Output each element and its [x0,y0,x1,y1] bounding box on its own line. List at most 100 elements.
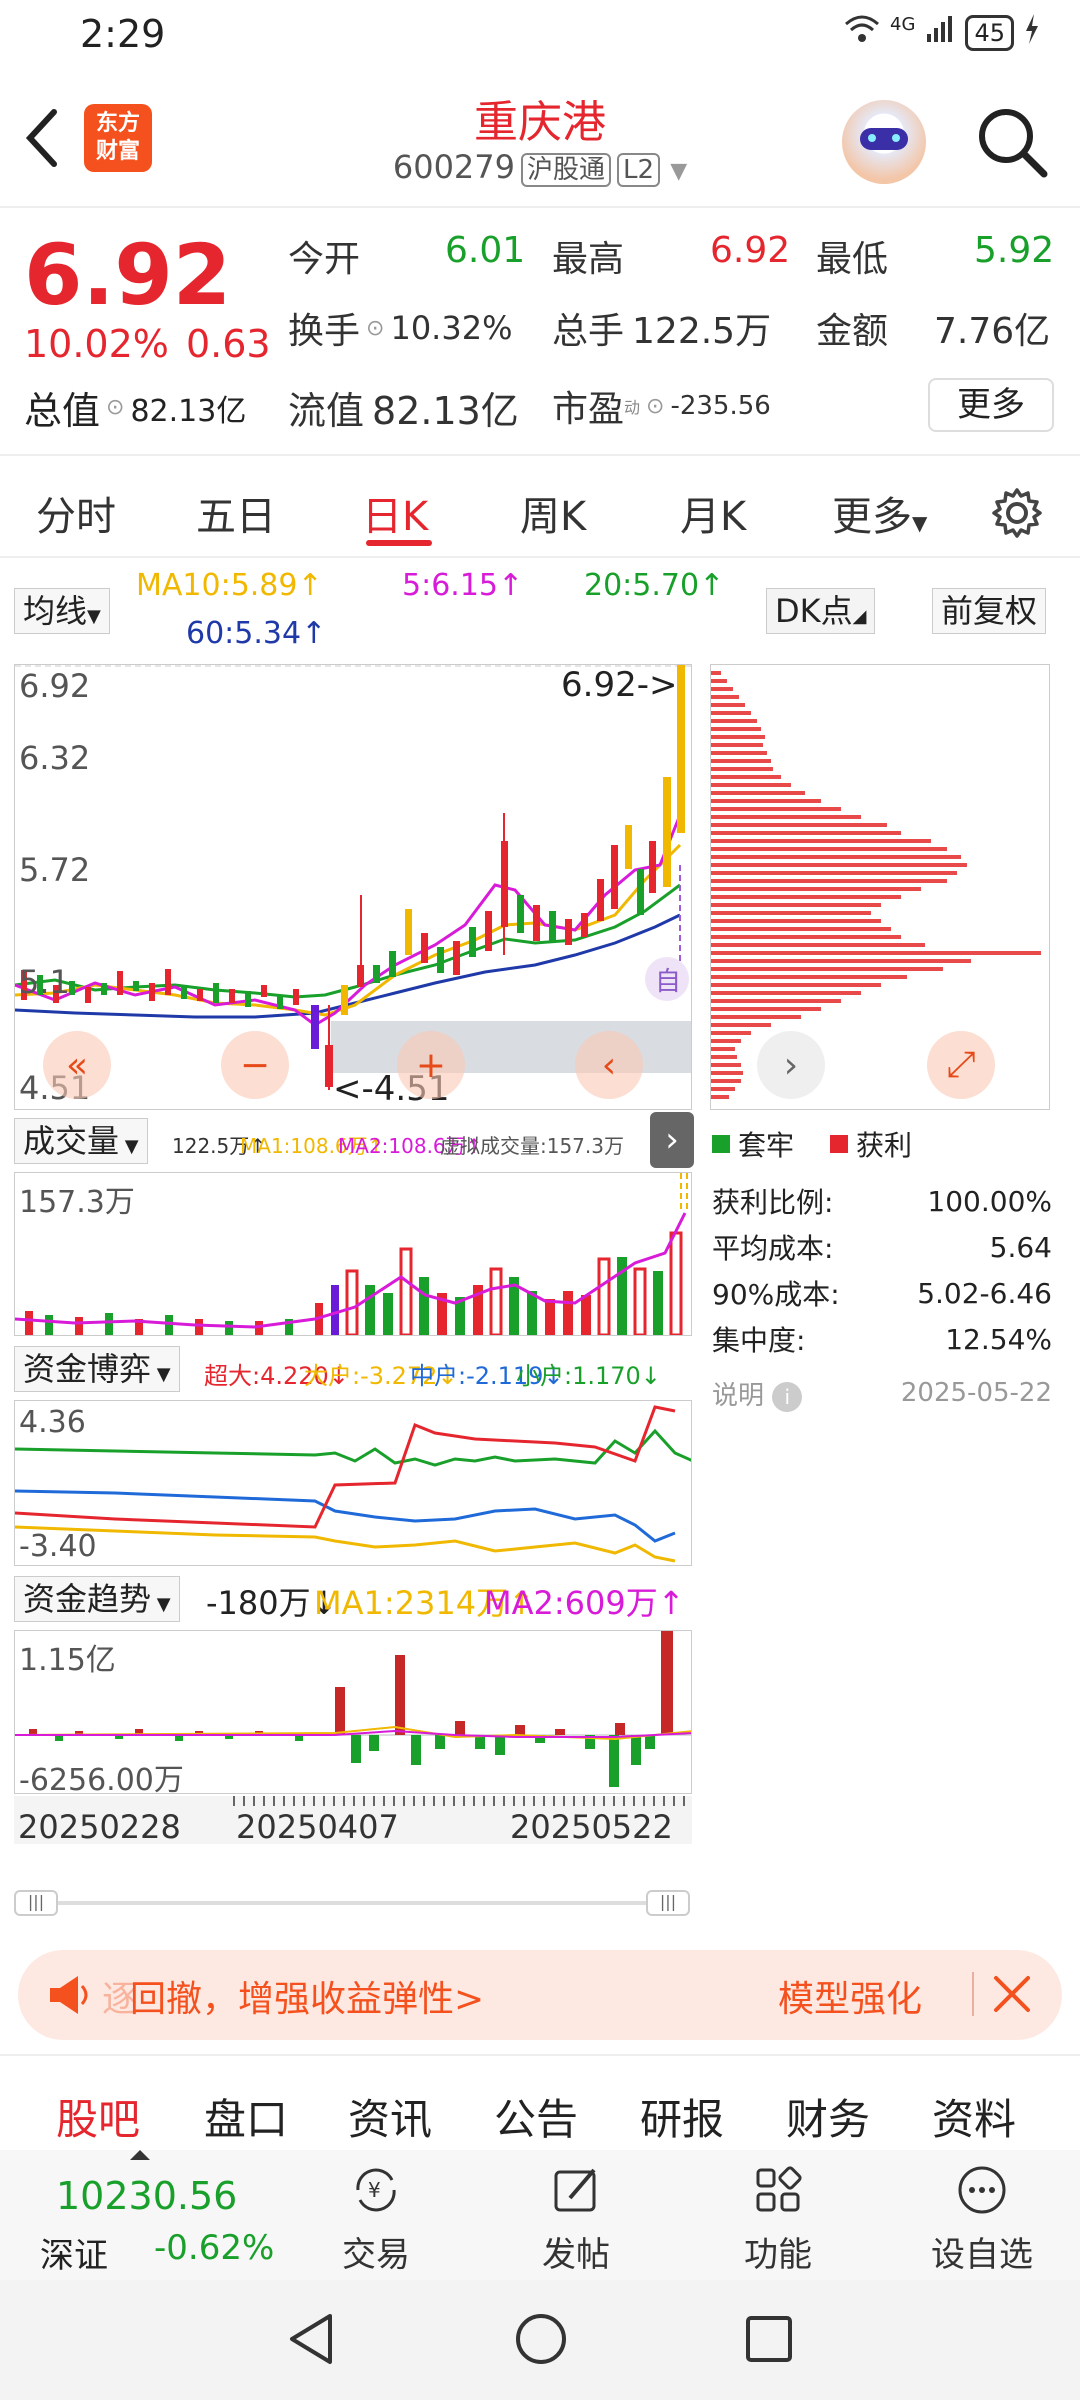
change-value: 0.63 [186,322,271,366]
close-icon[interactable] [990,1968,1034,2022]
search-icon[interactable] [976,106,1048,182]
tab-five-day[interactable]: 五日 [196,484,276,542]
more-button[interactable]: 更多 [928,378,1054,432]
tab-more[interactable]: 更多▼ [832,484,927,542]
ma10-value: MA10:5.89↑ [136,568,323,603]
tab-monthly-k[interactable]: 月K [680,484,746,542]
chevron-right-icon[interactable]: › [757,1031,825,1099]
signal-type: 4G [890,14,916,35]
low-label: 最低 [816,239,889,280]
chip-bars-svg [711,671,1041,1099]
y-axis-top: 6.92 [19,667,91,705]
bottom-toolbar: 10230.56 深证 -0.62% ¥ 交易 发帖 功能 设自选 [0,2150,1080,2280]
expand-icon[interactable]: ⤢ [927,1031,995,1099]
post-button[interactable]: 发帖 [526,2162,626,2276]
range-handle-left[interactable]: ||| [14,1890,58,1916]
virtual-volume: 虚拟成交量:157.3万 [440,1134,624,1158]
tab-news[interactable]: 资讯 [348,2086,432,2147]
adjust-selector[interactable]: 前复权 [932,588,1047,634]
info-icon[interactable]: ⊙ [366,316,384,341]
float-cap: 流值 82.13亿 [288,389,519,433]
stock-header: 东方 财富 重庆港 600279 沪股通 L2 ▼ [0,80,1080,208]
volume-indicator-selector[interactable]: 成交量 ▼ [14,1118,148,1164]
edit-icon [554,2168,596,2212]
date-ticks [233,1796,685,1806]
add-watchlist-button[interactable]: 设自选 [912,2162,1052,2276]
amount-value: 7.76亿 [934,311,1051,352]
chip-note-row: 说明 i 2025-05-22 [712,1362,1052,1424]
legend-swatch-trap [712,1135,730,1153]
date-label-end: 20250522 [510,1808,673,1846]
wifi-icon [844,14,880,51]
pe-ratio: 市盈 动 ⊙ -235.56 [552,389,771,430]
kline-chart[interactable]: 6.92 6.32 5.72 5.1 4.51 6.92-> <-4.51 自 … [14,664,692,1110]
open-value: 6.01 [445,230,526,271]
grid-icon [756,2166,802,2212]
legend-swatch-profit [830,1135,849,1153]
trade-button[interactable]: ¥ 交易 [326,2162,426,2276]
tab-research[interactable]: 研报 [640,2086,724,2147]
ma-selector[interactable]: 均线▼ [14,588,110,634]
volume-y-max: 157.3万 [19,1185,135,1220]
chip-stat-row: 获利比例: 100.00% [712,1184,1052,1220]
tab-intraday[interactable]: 分时 [36,484,116,542]
scroll-left-icon[interactable]: ‹ [575,1031,643,1099]
fund-y-bottom: -3.40 [19,1529,97,1564]
chip-distribution-chart[interactable]: › ⤢ [710,664,1050,1110]
chip-stats: 获利比例: 100.00% 平均成本: 5.64 90%成本: 5.02-6.46 集… [712,1178,1052,1424]
range-scrollbar[interactable]: ||| ||| [14,1890,692,1916]
y-axis-4: 5.1 [19,963,70,1001]
status-icons: 4G 45 [844,14,1040,51]
scroll-left-fast-icon[interactable]: « [43,1031,111,1099]
fund-svg [15,1405,691,1563]
high-label: 最高 [552,239,625,280]
chip-note[interactable]: 说明 i [712,1375,803,1412]
chip-legend: 套牢 获利 [712,1124,912,1164]
recents-nav-icon[interactable] [744,2314,794,2368]
fund-game-chart[interactable]: 4.36 -3.40 [14,1400,692,1566]
y-axis-3: 5.72 [19,851,91,889]
svg-text:¥: ¥ [368,2178,381,2202]
tab-daily-k[interactable]: 日K [362,484,428,542]
fund-trend-chart[interactable]: 1.15亿 -6256.00万 [14,1630,692,1794]
fund-game-selector[interactable]: 资金博弈 ▼ [14,1346,180,1392]
ma60-value: 60:5.34↑ [186,616,327,651]
index-value[interactable]: 10230.56 [56,2174,237,2218]
function-button[interactable]: 功能 [728,2162,828,2276]
volume-chart[interactable]: 157.3万 [14,1172,692,1336]
charging-icon [1024,14,1040,51]
index-name: 深证 [40,2236,108,2276]
date-label-mid: 20250407 [236,1808,399,1846]
content-tabs: 股吧 盘口 资讯 公告 研报 财务 资料 [0,2080,1080,2148]
tab-financials[interactable]: 财务 [786,2086,870,2147]
megaphone-icon [46,1972,92,2022]
date-label-start: 20250228 [18,1808,181,1846]
promo-banner[interactable]: 逐 回撤，增强收益弹性> 模型强化 [18,1950,1062,2040]
fund-trend-selector[interactable]: 资金趋势 ▼ [14,1576,180,1622]
zoom-out-icon[interactable]: − [221,1031,289,1099]
home-nav-icon[interactable] [514,2312,568,2370]
caret-up-icon [130,2150,150,2160]
max-price-marker: 6.92-> [561,665,678,705]
info-icon[interactable]: ⊙ [646,394,664,419]
tab-forum[interactable]: 股吧 [56,2086,140,2147]
trend-y-bottom: -6256.00万 [19,1763,184,1794]
settings-gear-icon[interactable] [990,486,1044,544]
robot-avatar-icon[interactable] [842,100,926,184]
auto-label[interactable]: 自 [655,961,681,998]
zoom-in-icon[interactable]: + [397,1031,465,1099]
tab-weekly-k[interactable]: 周K [520,484,586,542]
dropdown-icon[interactable]: ▼ [670,159,687,184]
tab-announcements[interactable]: 公告 [494,2086,578,2147]
range-handle-right[interactable]: ||| [646,1890,690,1916]
banner-text: 回撤，增强收益弹性> [130,1979,485,2020]
info-icon[interactable]: ⊙ [106,395,124,420]
market-cap: 总值 ⊙ 82.13亿 [24,389,247,433]
back-nav-icon[interactable] [286,2312,336,2370]
expand-panel-icon[interactable]: › [650,1112,694,1168]
tab-orderbook[interactable]: 盘口 [204,2086,288,2147]
tab-profile[interactable]: 资料 [932,2086,1016,2147]
dk-point-selector[interactable]: DK点◢ [766,588,876,634]
last-price: 6.92 [24,226,232,324]
high-value: 6.92 [710,230,791,271]
